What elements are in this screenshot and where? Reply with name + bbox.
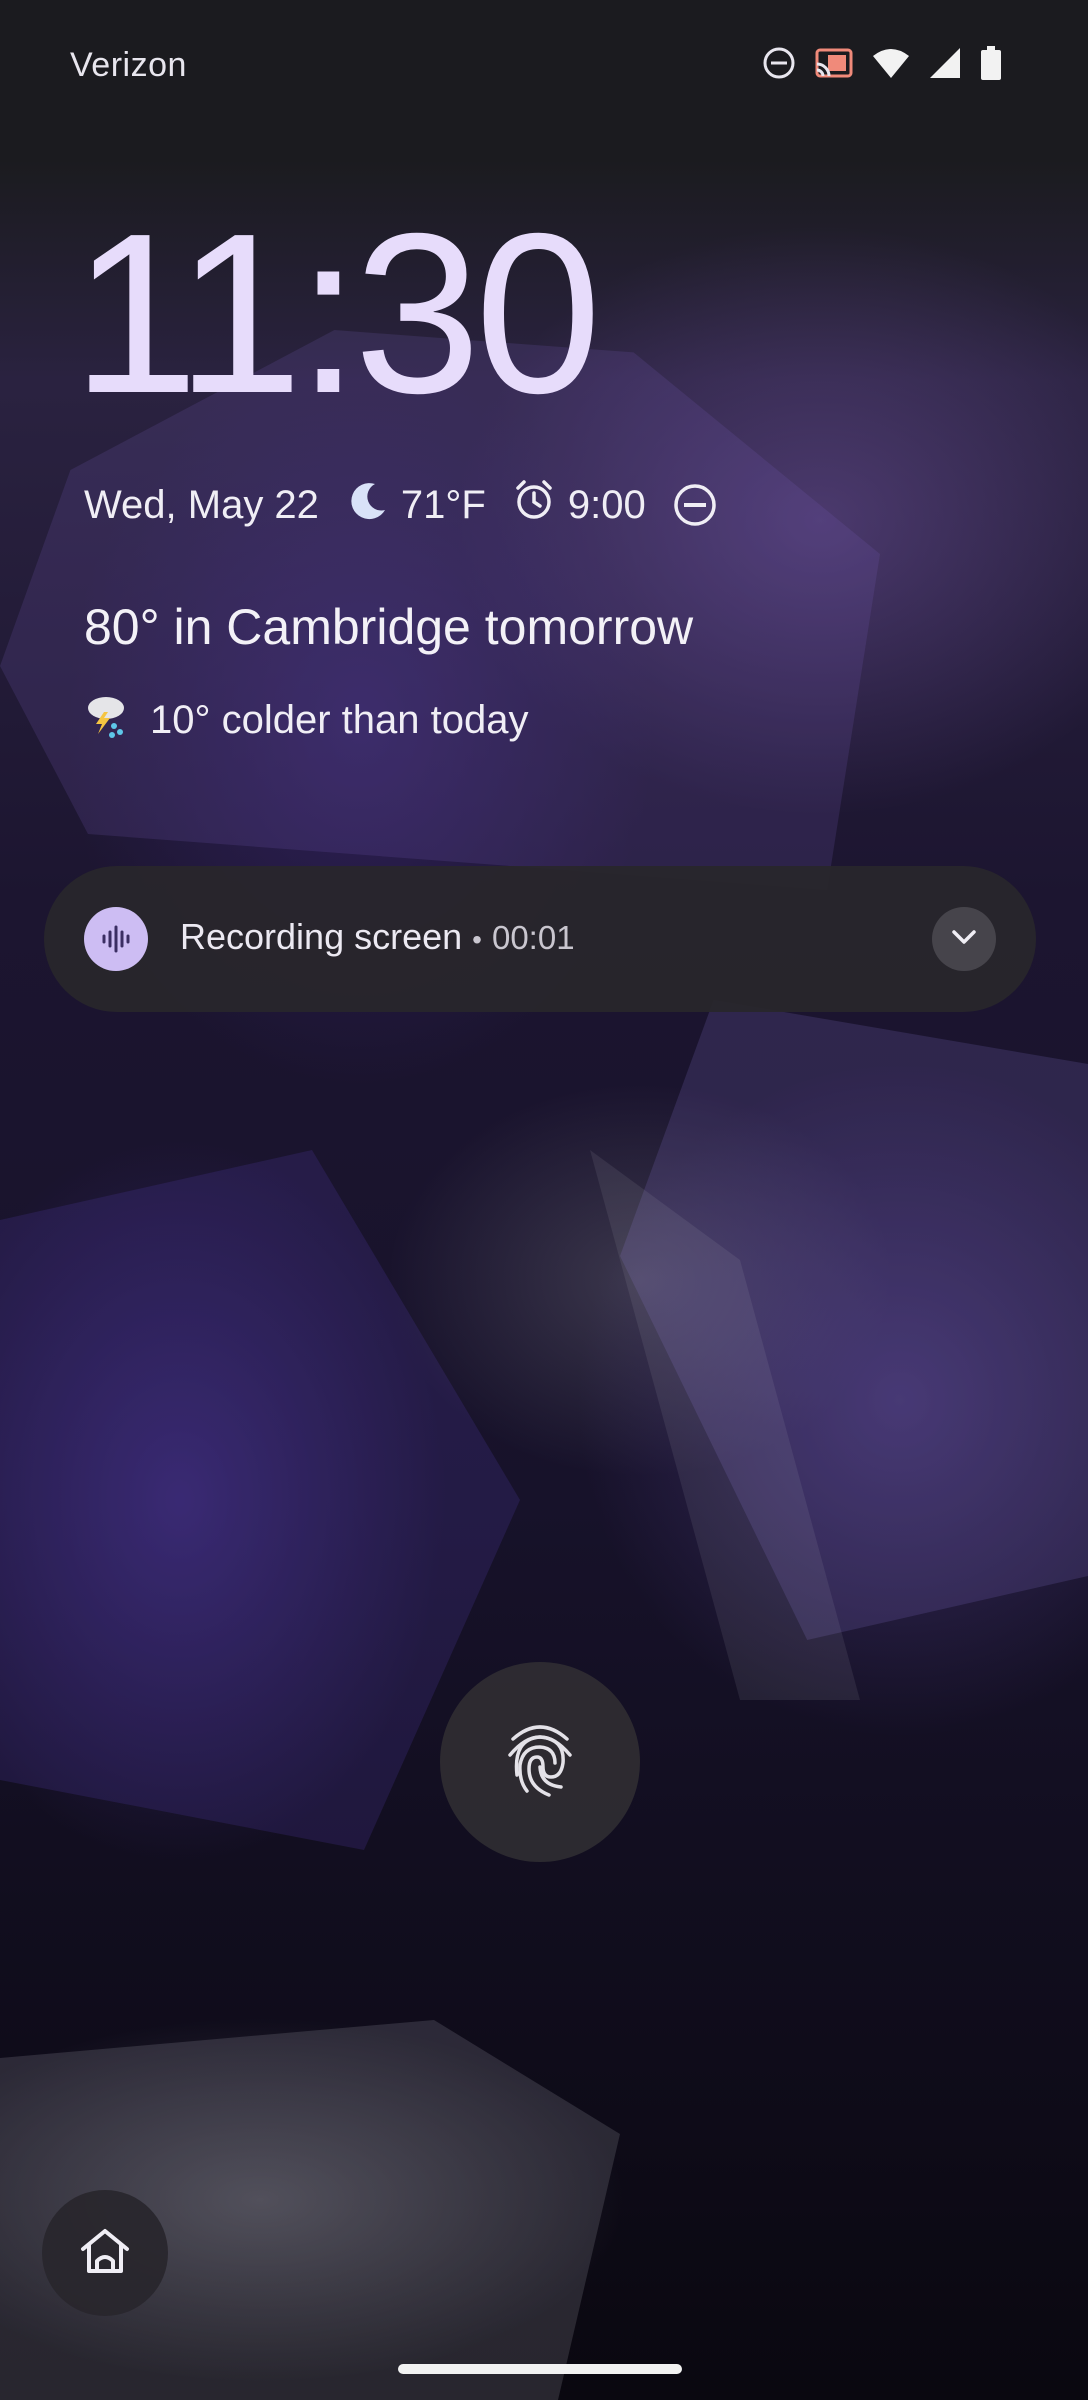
screen-recording-notification[interactable]: Recording screen • 00:01 — [44, 866, 1036, 1012]
notification-separator: • — [472, 924, 482, 955]
cell-signal-icon — [928, 46, 962, 80]
expand-notification-button[interactable] — [932, 907, 996, 971]
fingerprint-unlock-button[interactable] — [440, 1662, 640, 1862]
battery-icon — [980, 46, 1002, 80]
weather-forecast-headline[interactable]: 80° in Cambridge tomorrow — [84, 598, 693, 656]
do-not-disturb-icon[interactable] — [672, 482, 718, 528]
date-text: Wed, May 22 — [84, 482, 319, 527]
gesture-navigation-handle[interactable] — [398, 2364, 682, 2374]
notification-elapsed-time: 00:01 — [491, 919, 575, 956]
carrier-name: Verizon — [70, 46, 187, 84]
notification-text: Recording screen • 00:01 — [180, 916, 575, 958]
fingerprint-icon — [505, 1717, 575, 1808]
lock-screen: Verizon 11:30 Wed, May 22 71°F 9:00 80° … — [0, 0, 1088, 2400]
thunderstorm-icon — [84, 690, 130, 750]
weather-forecast-detail[interactable]: 10° colder than today — [84, 690, 528, 750]
weather-detail-text: 10° colder than today — [150, 697, 529, 742]
status-bar: Verizon — [0, 0, 1088, 130]
home-shortcut-button[interactable] — [42, 2190, 168, 2316]
status-icons — [762, 46, 1002, 80]
current-temperature: 71°F — [400, 482, 486, 527]
chevron-down-icon — [947, 920, 981, 959]
notification-title: Recording screen — [180, 916, 463, 957]
wifi-icon — [872, 46, 910, 80]
cast-icon — [814, 46, 854, 80]
home-icon — [77, 2225, 133, 2282]
sound-wave-icon — [84, 907, 148, 971]
alarm-time: 9:00 — [567, 482, 646, 527]
current-weather[interactable]: 71°F — [345, 478, 486, 532]
moon-icon — [345, 478, 389, 532]
alarm-clock-icon — [512, 478, 556, 532]
lock-clock: 11:30 — [72, 187, 602, 441]
date-row[interactable]: Wed, May 22 71°F 9:00 — [84, 478, 718, 532]
do-not-disturb-icon — [762, 46, 796, 80]
next-alarm[interactable]: 9:00 — [512, 478, 646, 532]
